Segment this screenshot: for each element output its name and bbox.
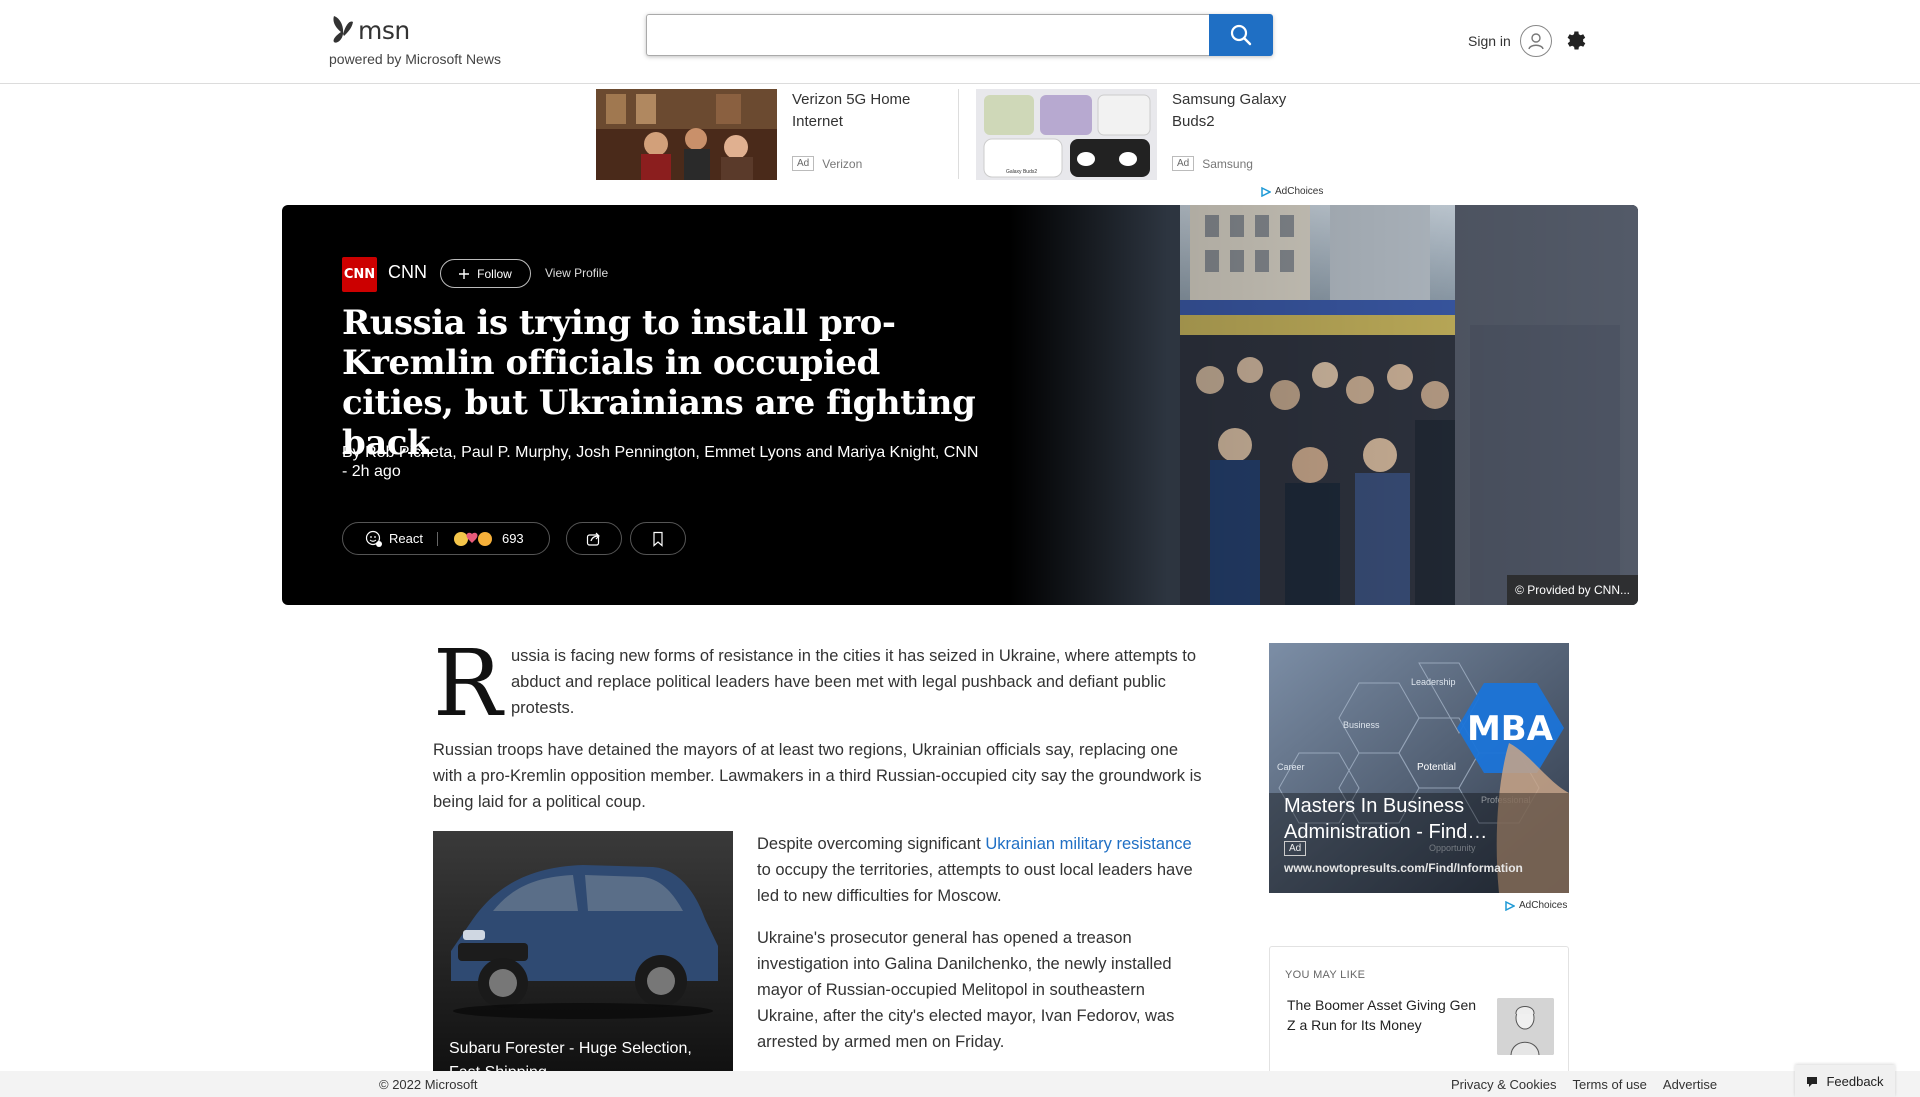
share-icon (586, 532, 600, 546)
msn-logo[interactable]: msn (330, 14, 410, 46)
follow-label: Follow (477, 266, 512, 281)
mba-ad[interactable]: MBA Leadership Business Potential Career… (1269, 643, 1569, 893)
search-icon (1230, 24, 1252, 46)
business-image-word: Business (1343, 720, 1380, 730)
leadership-image-word: Leadership (1411, 677, 1456, 687)
mba-ad-image: MBA Leadership Business Potential Career… (1269, 643, 1569, 893)
cnn-logo[interactable]: CNN (342, 257, 377, 292)
article-title: Russia is trying to install pro-Kremlin … (342, 303, 976, 463)
ad-title[interactable]: Verizon 5G Home Internet (792, 89, 952, 133)
save-button[interactable] (630, 522, 686, 555)
footer-links: Privacy & Cookies Terms of use Advertise (1451, 1077, 1717, 1092)
mba-ad-url[interactable]: www.nowtopresults.com/Find/Information (1284, 861, 1523, 875)
adchoices-link[interactable]: AdChoices (1261, 186, 1323, 197)
adchoices-label: AdChoices (1275, 186, 1324, 197)
you-may-like-heading: YOU MAY LIKE (1285, 969, 1366, 981)
privacy-cookies-link[interactable]: Privacy & Cookies (1451, 1077, 1556, 1092)
subaru-car-image (433, 831, 733, 1071)
ad-title[interactable]: Samsung Galaxy Buds2 (1172, 89, 1332, 133)
subaru-ad-title[interactable]: Subaru Forester - Huge Selection, Fast S… (449, 1037, 719, 1071)
you-may-like-title[interactable]: The Boomer Asset Giving Gen Z a Run for … (1287, 995, 1487, 1035)
hero-protest-photo (1010, 205, 1638, 605)
source-name[interactable]: CNN (388, 262, 427, 283)
top-header: msn powered by Microsoft News Sign in (0, 0, 1920, 84)
drop-cap: R (433, 630, 503, 737)
ad-card-verizon[interactable]: Verizon 5G Home Internet Ad Verizon (596, 89, 910, 181)
reaction-emojis-icon (453, 531, 492, 546)
search-input[interactable] (646, 14, 1209, 56)
adchoices-icon (1505, 900, 1515, 911)
search-button[interactable] (1209, 14, 1273, 56)
user-avatar-button[interactable] (1520, 25, 1552, 57)
ad-image-caption: Galaxy Buds2 (1006, 169, 1037, 175)
paragraph-4: Ukraine's prosecutor general has opened … (757, 929, 1175, 1051)
msn-butterfly-icon (333, 16, 353, 43)
potential-image-word: Potential (1417, 762, 1456, 773)
mba-image-word: MBA (1467, 709, 1554, 749)
adchoices-icon (1261, 186, 1271, 197)
view-profile-link[interactable]: View Profile (545, 266, 608, 280)
advertise-link[interactable]: Advertise (1663, 1077, 1717, 1092)
ad-advertiser: Verizon (822, 156, 863, 171)
follow-button[interactable]: Follow (440, 259, 531, 288)
ad-image-samsung: Galaxy Buds2 (976, 89, 1157, 180)
logo-subtitle: powered by Microsoft News (329, 51, 501, 67)
react-separator (436, 531, 438, 546)
feedback-icon (1807, 1077, 1818, 1087)
feedback-button[interactable]: Feedback (1795, 1065, 1895, 1097)
paragraph-2: Russian troops have detained the mayors … (433, 741, 1202, 811)
feedback-label: Feedback (1826, 1073, 1884, 1089)
paragraph-3: Despite overcoming significant Ukrainian… (757, 831, 1207, 909)
ad-advertiser: Samsung (1202, 156, 1253, 171)
logo-text: msn (358, 15, 410, 45)
share-button[interactable] (566, 522, 622, 555)
page-footer: © 2022 Microsoft Privacy & Cookies Terms… (0, 1071, 1920, 1097)
article-hero: CNN CNN Follow View Profile Russia is tr… (282, 205, 1638, 605)
ad-badge: Ad (792, 156, 815, 171)
adchoices-label: AdChoices (1519, 900, 1568, 911)
user-icon (1528, 33, 1544, 50)
subaru-ad[interactable]: Subaru Forester - Huge Selection, Fast S… (433, 831, 733, 1071)
article-byline: By Rob Picheta, Paul P. Murphy, Josh Pen… (342, 444, 979, 480)
paragraph-3-text-a: Despite overcoming significant (757, 835, 986, 853)
ukrainian-military-resistance-link[interactable]: Ukrainian military resistance (985, 835, 1191, 853)
settings-gear-icon[interactable] (1564, 29, 1588, 53)
you-may-like-thumbnail[interactable] (1497, 998, 1554, 1055)
bookmark-icon (653, 531, 663, 547)
terms-of-use-link[interactable]: Terms of use (1572, 1077, 1646, 1092)
react-label: React (389, 531, 423, 546)
you-may-like-card: YOU MAY LIKE The Boomer Asset Giving Gen… (1269, 946, 1569, 1076)
react-smiley-icon (365, 530, 382, 547)
react-bar[interactable]: React 693 (342, 522, 550, 555)
ad-badge: Ad (1172, 156, 1195, 171)
ad-card-samsung[interactable]: Galaxy Buds2 Samsung Galaxy Buds2 Ad Sam… (976, 89, 1286, 181)
search-bar (646, 14, 1273, 56)
ad-image-verizon (596, 89, 777, 180)
image-credit: © Provided by CNN... (1507, 575, 1638, 605)
mba-ad-title[interactable]: Masters In Business Administration - Fin… (1284, 793, 1554, 845)
portrait-sketch-image (1497, 998, 1554, 1055)
ad-divider (958, 89, 959, 179)
ad-badge: Ad (1284, 841, 1307, 856)
sign-in-link[interactable]: Sign in (1468, 33, 1511, 49)
career-image-word: Career (1277, 762, 1305, 772)
ad-meta: Ad Samsung (1172, 156, 1253, 171)
copyright: © 2022 Microsoft (379, 1077, 478, 1092)
ad-meta: Ad Verizon (792, 156, 862, 171)
adchoices-link[interactable]: AdChoices (1505, 900, 1567, 911)
paragraph-3-text-b: to occupy the territories, attempts to o… (757, 861, 1193, 905)
plus-icon (459, 268, 470, 279)
reaction-count: 693 (501, 531, 524, 546)
paragraph-1: ussia is facing new forms of resistance … (511, 647, 1197, 717)
